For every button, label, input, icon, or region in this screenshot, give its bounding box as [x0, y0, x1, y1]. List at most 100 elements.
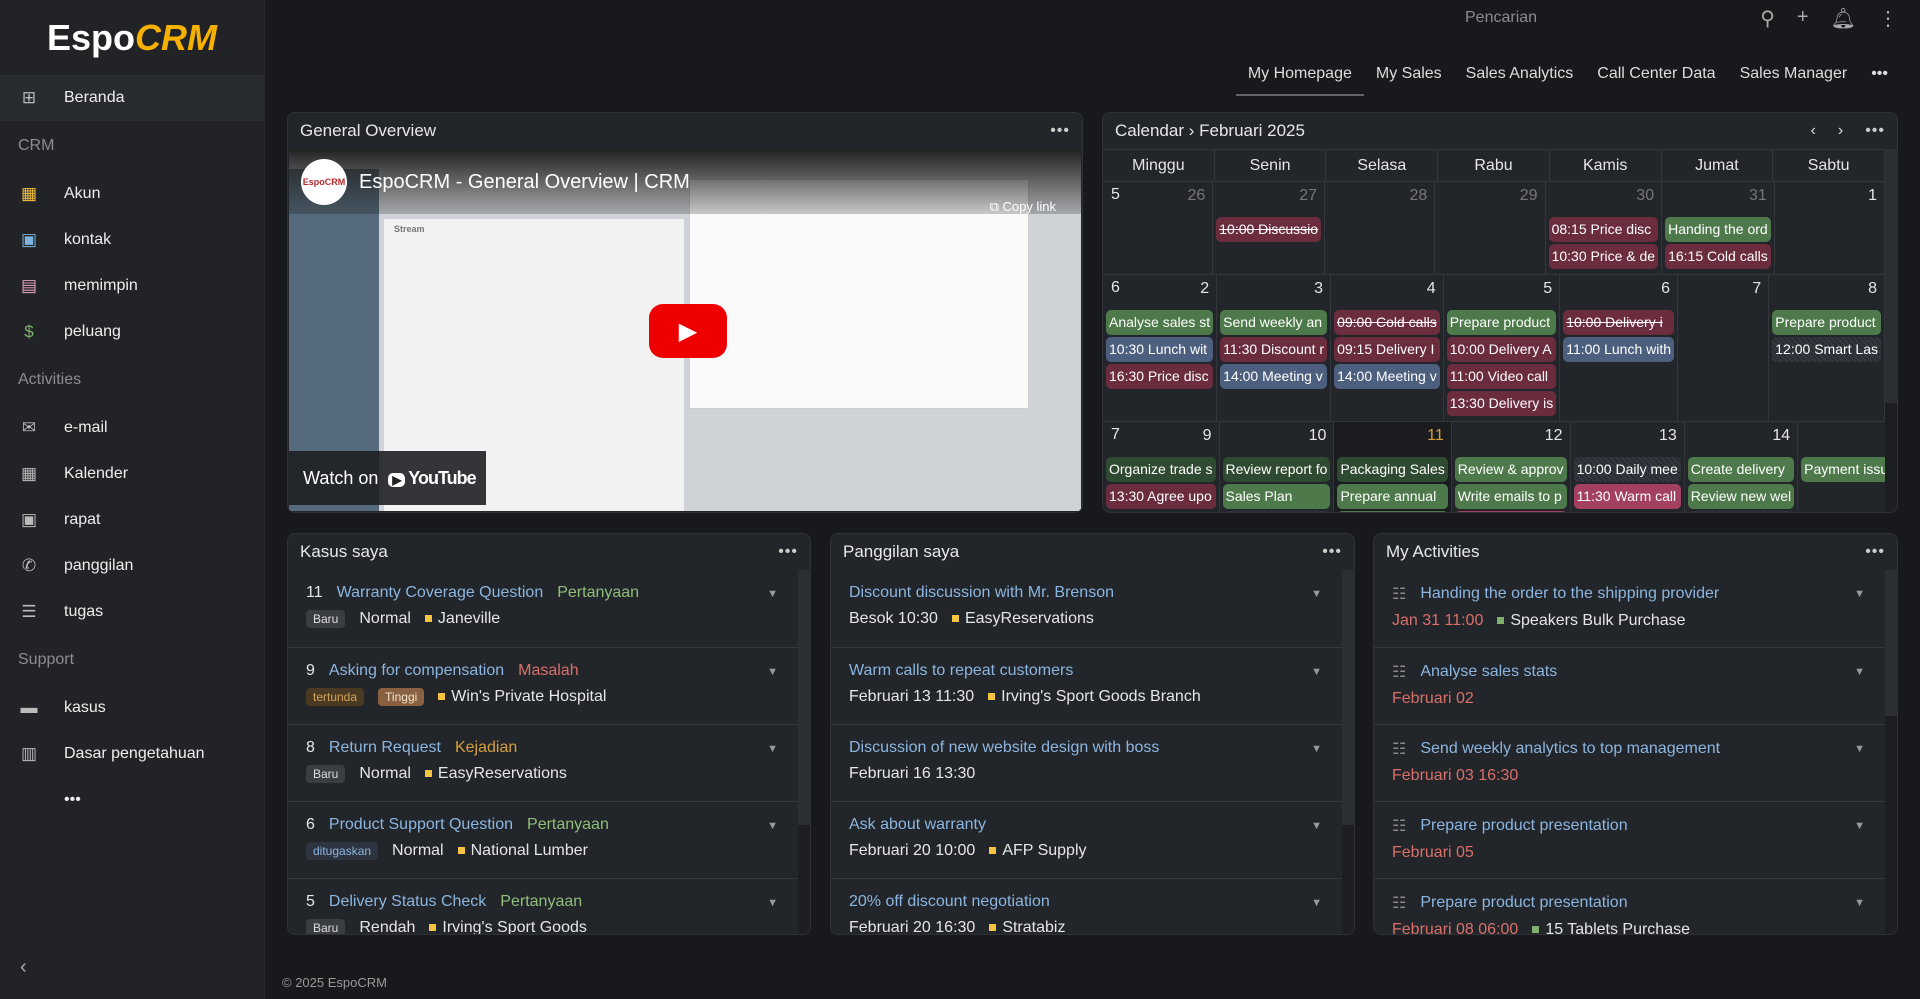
- case-name-link[interactable]: Product Support Question: [329, 816, 513, 834]
- calendar-event[interactable]: Organize trade s: [1106, 457, 1216, 482]
- sidebar-item--[interactable]: •••: [0, 777, 264, 823]
- calendar-event[interactable]: Packaging Sales: [1337, 457, 1448, 482]
- day-number[interactable]: 12: [1455, 425, 1567, 457]
- search-input[interactable]: Pencarian: [1465, 9, 1537, 27]
- calendar-event[interactable]: 11:00 Video call: [1446, 364, 1557, 389]
- tab-call-center-data[interactable]: Call Center Data: [1585, 60, 1727, 96]
- account-link[interactable]: National Lumber: [457, 842, 588, 860]
- calendar-day[interactable]: 5 Prepare product 10:00 Delivery A 11:00 Vi…: [1444, 275, 1561, 421]
- call-name-link[interactable]: Ask about warranty: [849, 816, 986, 834]
- bell-icon[interactable]: 🔔︎: [1831, 6, 1856, 31]
- calendar-day[interactable]: 2 Analyse sales st 10:30 Lunch wit 16:30 Pr…: [1103, 275, 1218, 421]
- dashlet-menu-icon[interactable]: •••: [1050, 122, 1070, 140]
- row-actions-caret-icon[interactable]: ▼: [1854, 588, 1865, 600]
- account-link[interactable]: Janeville: [424, 610, 500, 628]
- plus-icon[interactable]: +: [1797, 6, 1809, 31]
- dashlet-menu-icon[interactable]: •••: [1865, 543, 1885, 561]
- sidebar-item-tugas[interactable]: ☰ tugas: [0, 589, 264, 635]
- calendar-event[interactable]: 16:30 Price disc: [1106, 364, 1214, 389]
- calendar-event[interactable]: Prepare product: [1446, 310, 1557, 335]
- day-number[interactable]: 1: [1778, 185, 1881, 217]
- day-number[interactable]: 8: [1772, 278, 1881, 310]
- search-icon[interactable]: ⚲: [1760, 6, 1775, 31]
- account-link[interactable]: Stratabiz: [989, 919, 1065, 934]
- calendar-event[interactable]: [1454, 511, 1567, 512]
- day-number[interactable]: 29: [1438, 185, 1541, 217]
- logo[interactable]: Espo CRM: [0, 0, 264, 75]
- menu-vertical-icon[interactable]: ⋮: [1878, 6, 1898, 31]
- video-embed[interactable]: Stream EspoCRM EspoCRM - General Overvie…: [289, 149, 1081, 511]
- row-actions-caret-icon[interactable]: ▼: [1311, 588, 1322, 600]
- calendar-day[interactable]: 7: [1678, 275, 1770, 421]
- day-number[interactable]: 27: [1216, 185, 1321, 217]
- case-name-link[interactable]: Asking for compensation: [329, 662, 504, 680]
- row-actions-caret-icon[interactable]: ▼: [1854, 820, 1865, 832]
- calendar-event[interactable]: Prepare product: [1772, 310, 1881, 335]
- sidebar-item-e-mail[interactable]: ✉ e-mail: [0, 405, 264, 451]
- calendar-day[interactable]: 31 Handing the ord 16:15 Cold calls: [1662, 182, 1775, 274]
- activity-name-link[interactable]: Prepare product presentation: [1420, 894, 1627, 912]
- day-number[interactable]: 26: [1106, 185, 1209, 217]
- calendar-day[interactable]: 12 Review & approv Write emails to p: [1452, 422, 1571, 512]
- sidebar-item-rapat[interactable]: ▣ rapat: [0, 497, 264, 543]
- calendar-event[interactable]: 14:00 Meeting v: [1220, 364, 1328, 389]
- calendar-event[interactable]: 13:30 Agree upo: [1106, 484, 1216, 509]
- calendar-event[interactable]: 10:30 Price & de: [1548, 244, 1659, 269]
- calendar-day[interactable]: 11 Packaging Sales Prepare annual: [1334, 422, 1452, 512]
- account-link[interactable]: AFP Supply: [989, 842, 1087, 860]
- calendar-day[interactable]: 4 09:00 Cold calls 09:15 Delivery I 14:00 M…: [1331, 275, 1444, 421]
- day-number[interactable]: 3: [1220, 278, 1327, 310]
- account-link[interactable]: EasyReservations: [951, 610, 1094, 628]
- copy-link-button[interactable]: ⧉ Copy link: [990, 199, 1056, 215]
- channel-logo[interactable]: EspoCRM: [301, 159, 347, 205]
- tab-my-homepage[interactable]: My Homepage: [1235, 60, 1364, 96]
- account-link[interactable]: Win's Private Hospital: [438, 688, 606, 706]
- calendar-title[interactable]: Calendar: [1115, 121, 1184, 140]
- account-link[interactable]: Irving's Sport Goods Branch: [988, 688, 1201, 706]
- row-actions-caret-icon[interactable]: ▼: [1311, 743, 1322, 755]
- calendar-event[interactable]: 16:15 Cold calls: [1665, 244, 1771, 269]
- row-actions-caret-icon[interactable]: ▼: [1854, 666, 1865, 678]
- calendar-event[interactable]: 08:15 Price disc: [1548, 217, 1659, 242]
- call-name-link[interactable]: Warm calls to repeat customers: [849, 662, 1073, 680]
- prev-month-icon[interactable]: ‹: [1811, 122, 1816, 140]
- calendar-event[interactable]: [1337, 511, 1448, 512]
- calendar-event[interactable]: 11:00 Lunch with: [1563, 337, 1675, 362]
- calendar-event[interactable]: 10:30 Lunch wit: [1106, 337, 1214, 362]
- day-number[interactable]: 11: [1337, 425, 1447, 457]
- day-number[interactable]: 14: [1688, 425, 1794, 457]
- sidebar-item-memimpin[interactable]: ▤ memimpin: [0, 263, 264, 309]
- tab-sales-manager[interactable]: Sales Manager: [1728, 60, 1860, 96]
- row-actions-caret-icon[interactable]: ▼: [1311, 666, 1322, 678]
- row-actions-caret-icon[interactable]: ▼: [1311, 897, 1322, 909]
- activity-name-link[interactable]: Handing the order to the shipping provid…: [1420, 585, 1719, 603]
- calendar-event[interactable]: Review report fo: [1222, 457, 1331, 482]
- day-number[interactable]: 5: [1447, 278, 1557, 310]
- sidebar-item-kalender[interactable]: ▦ Kalender: [0, 451, 264, 497]
- calendar-event[interactable]: 12:00 Smart Las: [1772, 337, 1881, 362]
- dashlet-menu-icon[interactable]: •••: [1865, 122, 1885, 140]
- case-name-link[interactable]: Warranty Coverage Question: [337, 584, 544, 602]
- day-number[interactable]: 13: [1574, 425, 1681, 457]
- scrollbar[interactable]: [798, 570, 810, 934]
- activity-name-link[interactable]: Prepare product presentation: [1420, 817, 1627, 835]
- calendar-event[interactable]: 11:30 Discount r: [1220, 337, 1328, 362]
- calendar-day[interactable]: 14 Create delivery Review new wel: [1685, 422, 1799, 512]
- row-actions-caret-icon[interactable]: ▼: [767, 820, 778, 832]
- day-number[interactable]: 2: [1106, 278, 1213, 310]
- day-number[interactable]: 4: [1334, 278, 1440, 310]
- more-tabs-icon[interactable]: •••: [1859, 60, 1900, 96]
- call-name-link[interactable]: 20% off discount negotiation: [849, 893, 1050, 911]
- activity-name-link[interactable]: Analyse sales stats: [1420, 663, 1557, 681]
- case-name-link[interactable]: Delivery Status Check: [329, 893, 486, 911]
- row-actions-caret-icon[interactable]: ▼: [1854, 897, 1865, 909]
- dashlet-menu-icon[interactable]: •••: [1322, 543, 1342, 561]
- calendar-event[interactable]: Create delivery: [1687, 457, 1795, 482]
- day-number[interactable]: 6: [1563, 278, 1674, 310]
- calendar-event[interactable]: [1687, 511, 1795, 512]
- sidebar-item-kasus[interactable]: ▬ kasus: [0, 685, 264, 731]
- account-link[interactable]: EasyReservations: [424, 765, 567, 783]
- tab-my-sales[interactable]: My Sales: [1364, 60, 1454, 96]
- sidebar-item-panggilan[interactable]: ✆ panggilan: [0, 543, 264, 589]
- tab-sales-analytics[interactable]: Sales Analytics: [1454, 60, 1586, 96]
